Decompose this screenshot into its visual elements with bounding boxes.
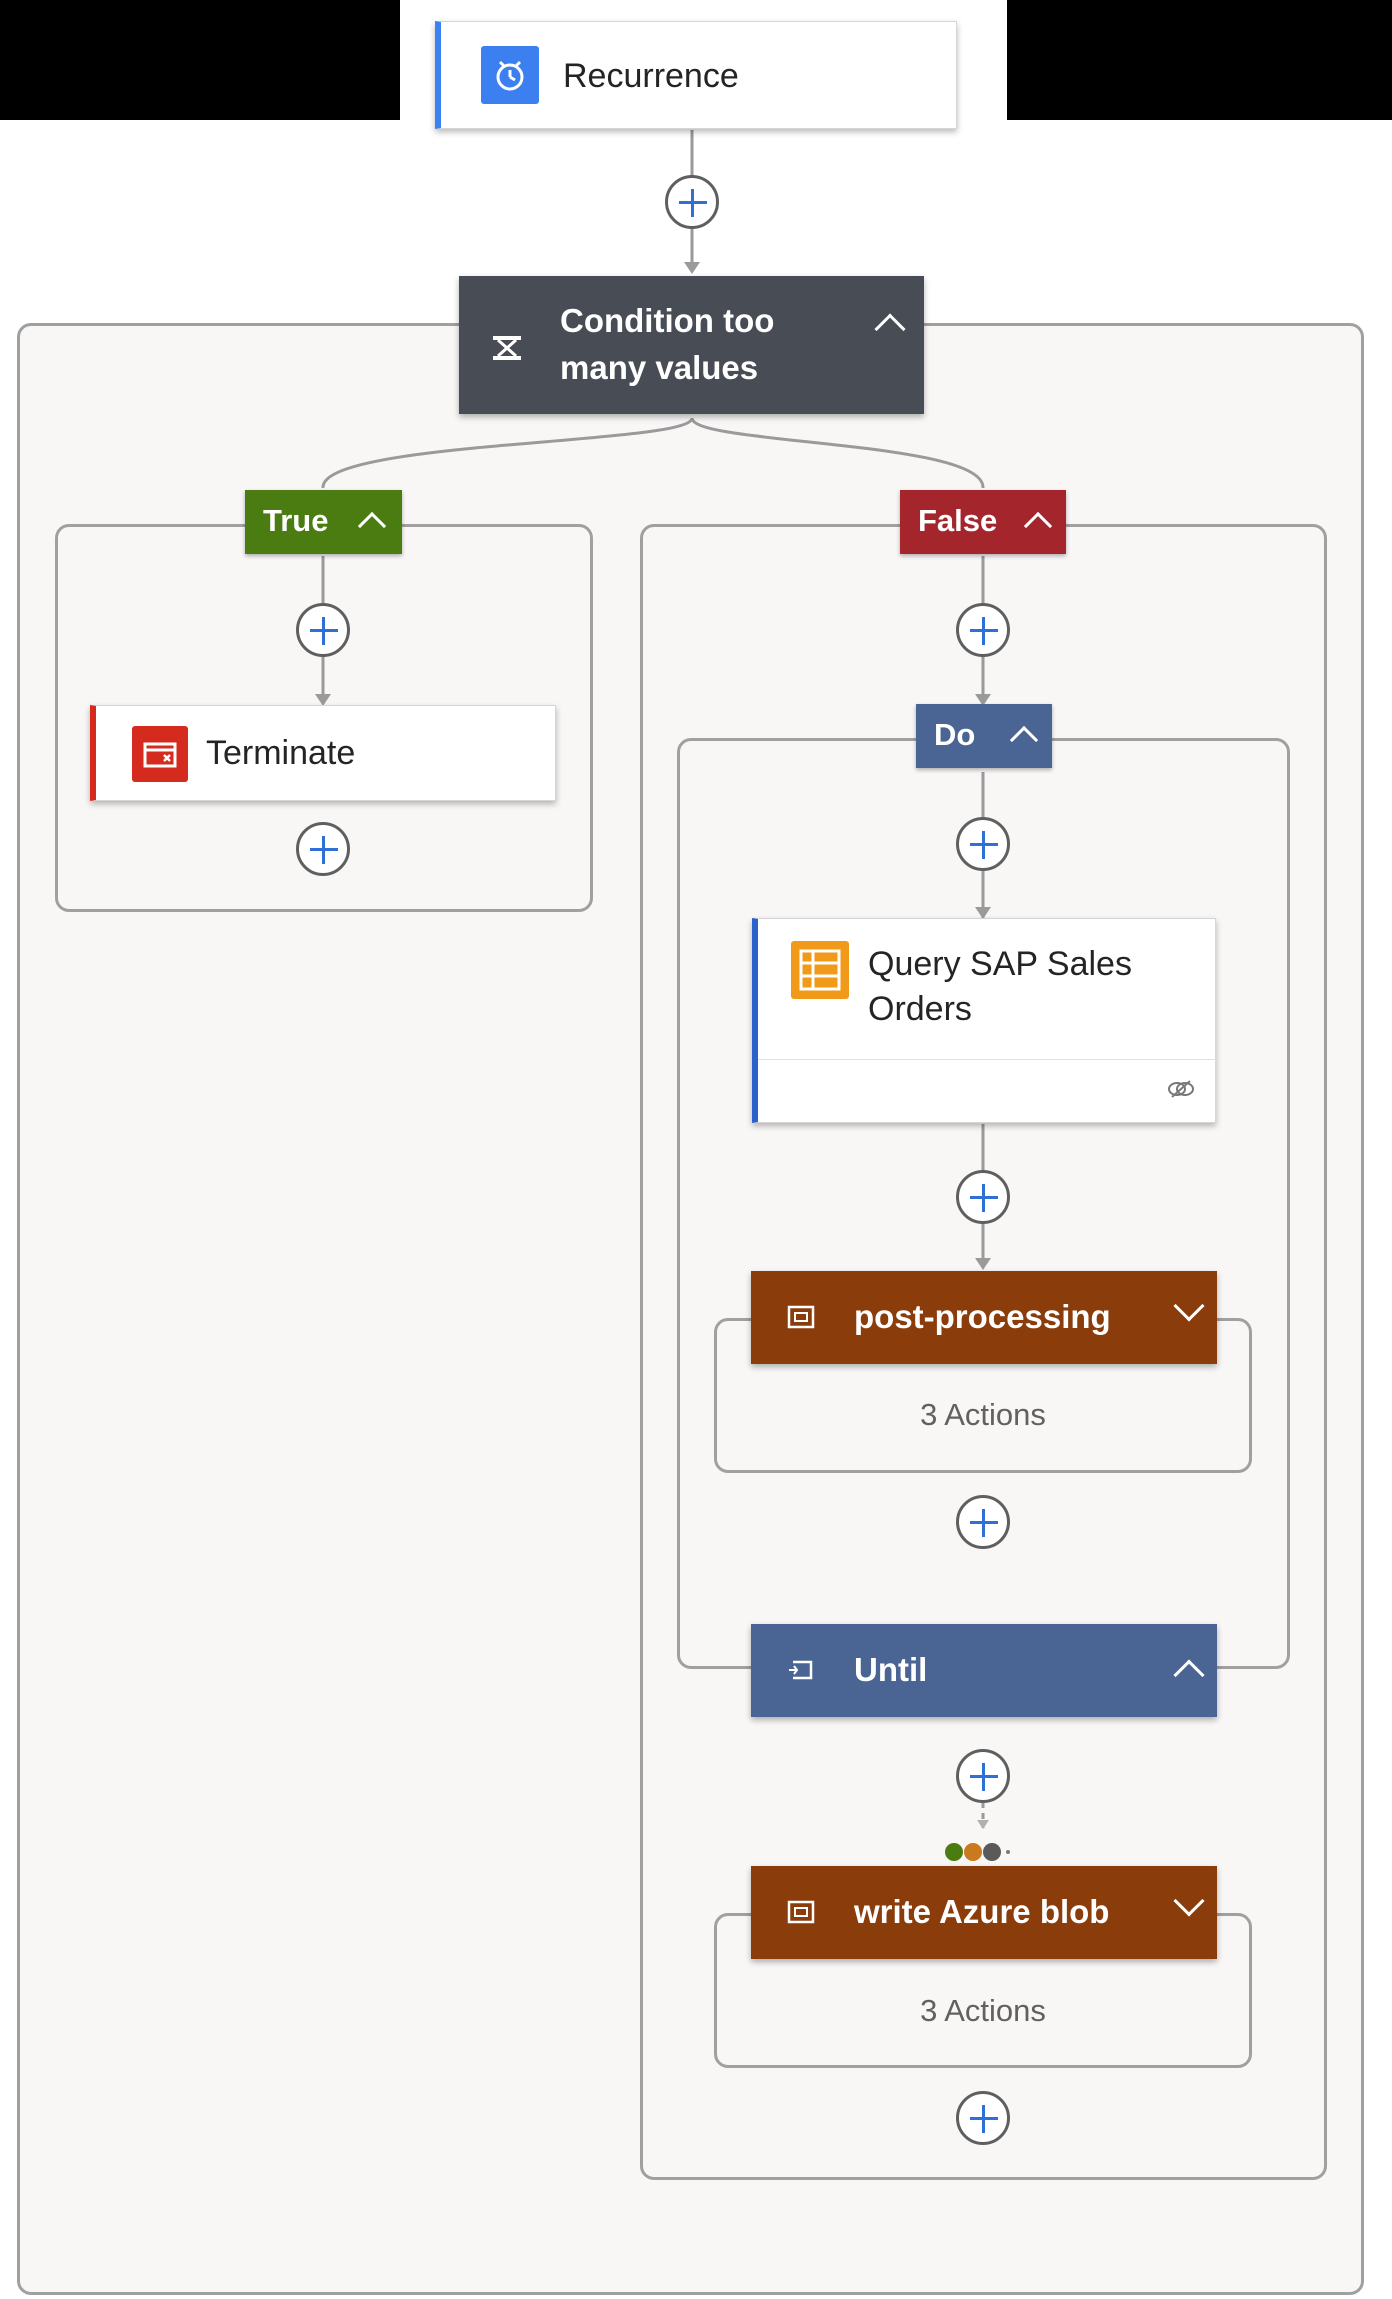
- until-collapse-chevron-up-icon[interactable]: [1173, 1659, 1205, 1691]
- add-step-button[interactable]: [956, 603, 1010, 657]
- true-collapse-chevron-up-icon[interactable]: [357, 511, 387, 541]
- post-processing-title: post-processing: [854, 1298, 1111, 1335]
- succeeded-dot: [945, 1843, 963, 1861]
- condition-title-line1: Condition too: [560, 302, 775, 339]
- post-processing-actions-count: 3 Actions: [920, 1397, 1046, 1432]
- add-step-button[interactable]: [956, 1170, 1010, 1224]
- expand-chevron-down-icon[interactable]: [1173, 1290, 1205, 1322]
- timedout-dot: [1006, 1850, 1010, 1854]
- add-step-button[interactable]: [296, 822, 350, 876]
- add-step-button[interactable]: [956, 1749, 1010, 1803]
- add-step-button[interactable]: [665, 175, 719, 229]
- until-title: Until: [854, 1651, 928, 1688]
- true-label-text: True: [263, 503, 329, 538]
- expand-chevron-down-icon[interactable]: [1173, 1885, 1205, 1917]
- false-label-text: False: [918, 503, 998, 538]
- add-step-button[interactable]: [956, 2091, 1010, 2145]
- skipped-dot: [983, 1843, 1001, 1861]
- alarm-clock-icon: [481, 46, 539, 104]
- do-loop-label[interactable]: Do: [916, 704, 1052, 768]
- do-label-text: Do: [934, 717, 976, 752]
- loop-icon: [787, 1658, 815, 1682]
- terminate-label: Terminate: [206, 734, 356, 772]
- until-header[interactable]: Until: [751, 1624, 1217, 1717]
- post-processing-header[interactable]: post-processing: [751, 1271, 1217, 1364]
- run-after-indicator[interactable]: [945, 1843, 1025, 1863]
- condition-title-line2: many values: [560, 349, 759, 386]
- write-blob-actions-count: 3 Actions: [920, 1993, 1046, 2028]
- terminate-icon: [132, 726, 188, 782]
- collapse-chevron-up-icon[interactable]: [874, 313, 906, 345]
- query-sap-action-card[interactable]: Query SAP Sales Orders: [752, 918, 1216, 1123]
- failed-dot: [964, 1843, 982, 1861]
- card-divider: [758, 1059, 1216, 1060]
- query-sap-title-line1: Query SAP Sales: [868, 945, 1132, 983]
- add-step-button[interactable]: [956, 817, 1010, 871]
- do-collapse-chevron-up-icon[interactable]: [1009, 725, 1039, 755]
- terminate-action-card[interactable]: Terminate: [90, 705, 556, 801]
- write-blob-title: write Azure blob: [854, 1893, 1110, 1930]
- condition-header[interactable]: Condition too many values: [459, 276, 924, 414]
- recurrence-trigger-card[interactable]: Recurrence: [435, 21, 957, 129]
- link-icon[interactable]: [1166, 1077, 1196, 1101]
- false-collapse-chevron-up-icon[interactable]: [1023, 511, 1053, 541]
- table-icon: [791, 941, 849, 999]
- condition-icon: [489, 330, 525, 366]
- add-step-button[interactable]: [956, 1495, 1010, 1549]
- write-blob-header[interactable]: write Azure blob: [751, 1866, 1217, 1959]
- scope-icon: [787, 1900, 815, 1924]
- recurrence-label: Recurrence: [563, 57, 739, 95]
- scope-icon: [787, 1305, 815, 1329]
- query-sap-title-line2: Orders: [868, 990, 972, 1028]
- add-step-button[interactable]: [296, 603, 350, 657]
- false-branch-label[interactable]: False: [900, 490, 1066, 554]
- true-branch-label[interactable]: True: [245, 490, 402, 554]
